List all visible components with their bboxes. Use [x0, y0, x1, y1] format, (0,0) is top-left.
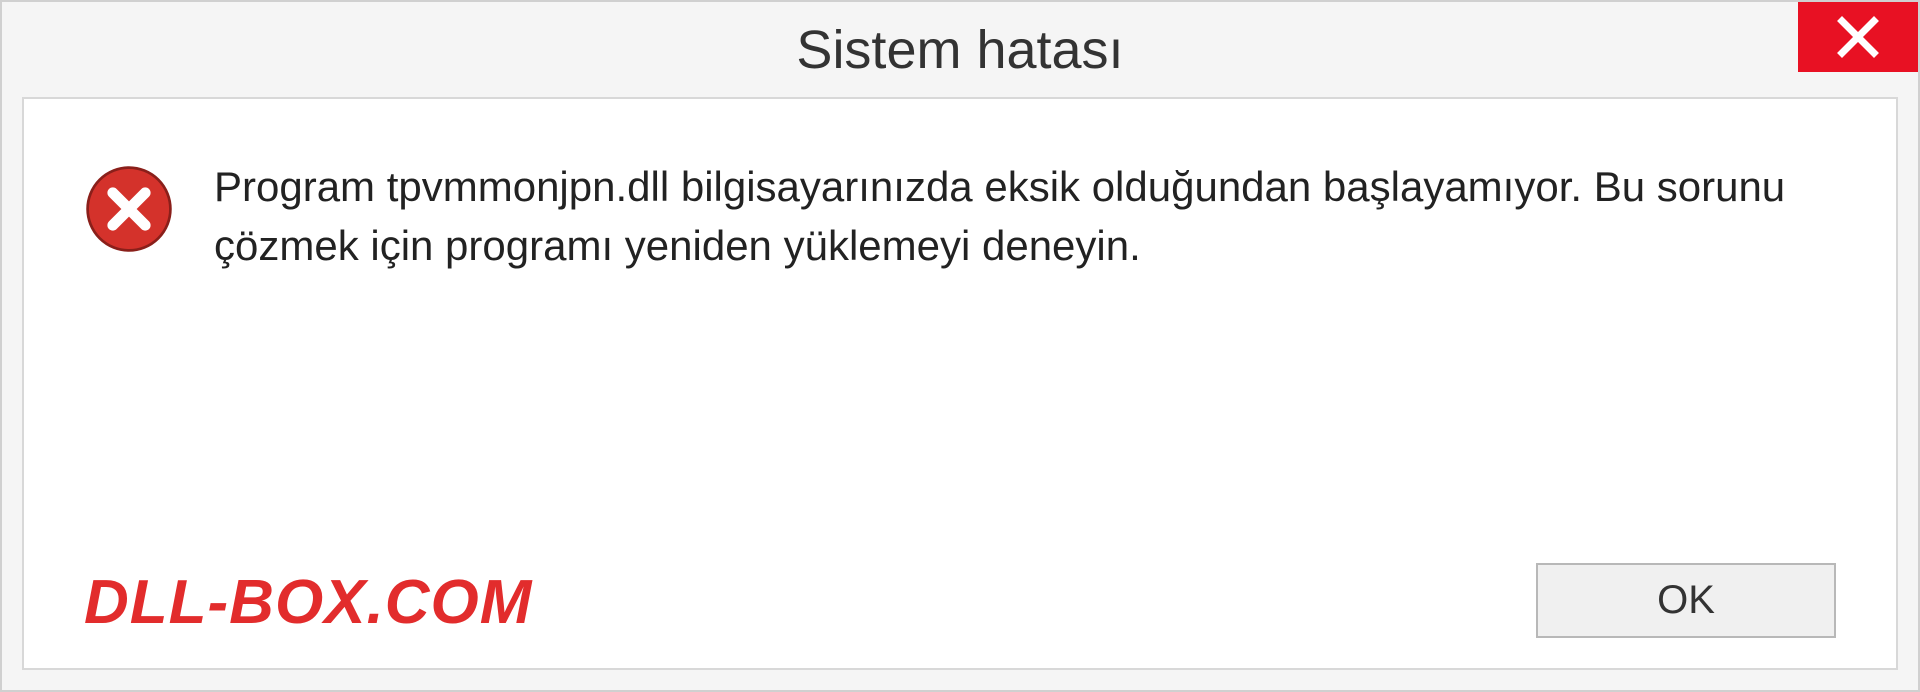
close-icon: [1834, 13, 1882, 61]
dialog-title: Sistem hatası: [796, 19, 1123, 81]
dialog-content: Program tpvmmonjpn.dll bilgisayarınızda …: [22, 97, 1898, 670]
dialog-footer: DLL-BOX.COM OK: [84, 523, 1836, 638]
error-circle-icon: [84, 164, 174, 254]
message-row: Program tpvmmonjpn.dll bilgisayarınızda …: [84, 154, 1836, 276]
ok-button[interactable]: OK: [1536, 563, 1836, 638]
watermark-text: DLL-BOX.COM: [84, 567, 532, 638]
title-bar: Sistem hatası: [2, 2, 1918, 97]
close-button[interactable]: [1798, 2, 1918, 72]
error-dialog: Sistem hatası Program tpvmmonjpn.dll bil…: [0, 0, 1920, 692]
dialog-message: Program tpvmmonjpn.dll bilgisayarınızda …: [214, 154, 1836, 276]
